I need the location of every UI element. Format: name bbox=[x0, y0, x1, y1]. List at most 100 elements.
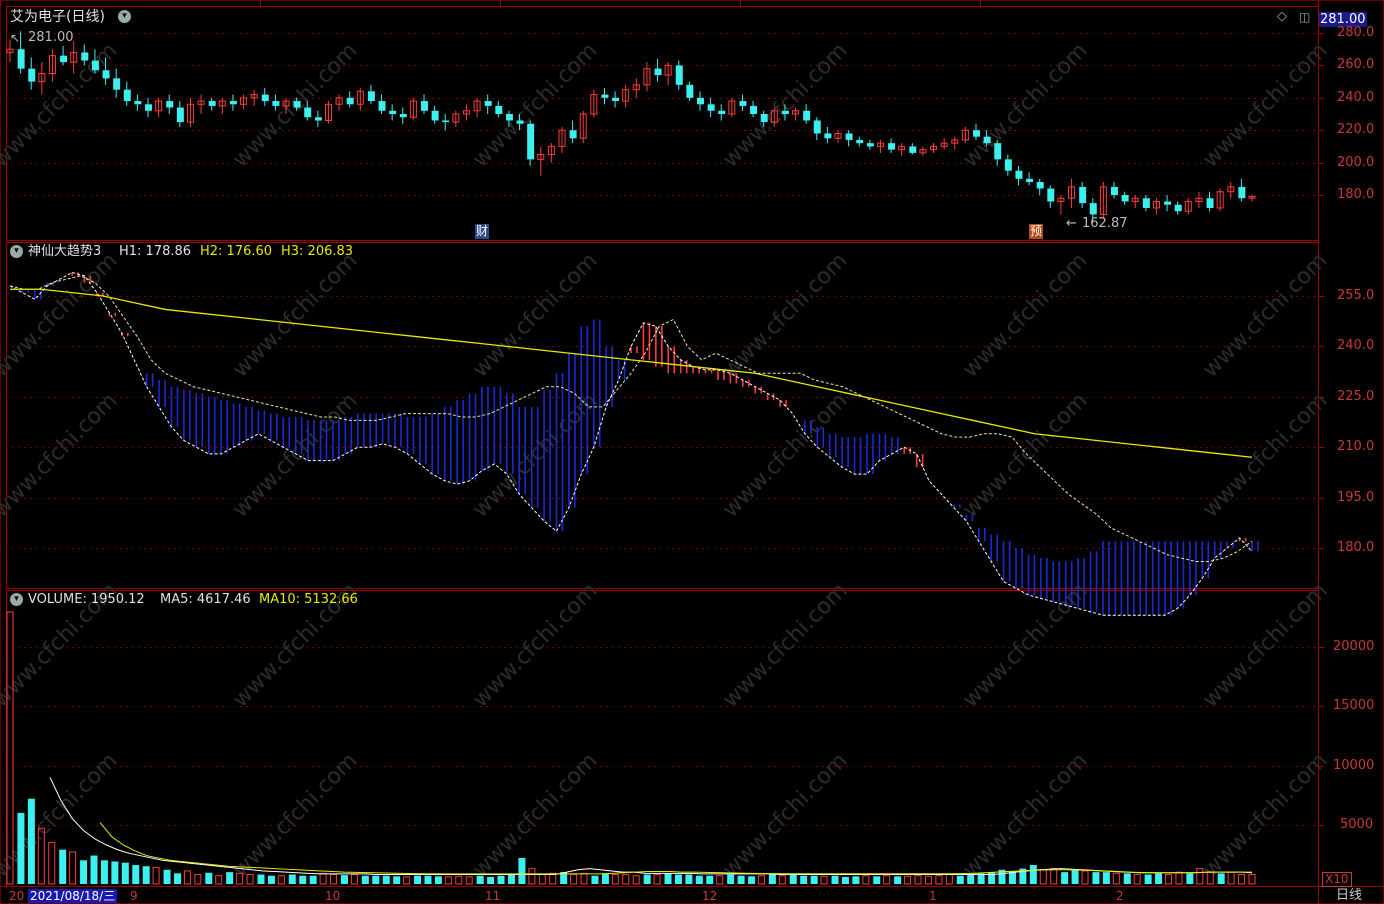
volume-bar bbox=[778, 875, 786, 885]
candle-body bbox=[113, 78, 121, 90]
candle-body bbox=[1121, 195, 1129, 202]
volume-bar bbox=[894, 876, 902, 884]
volume-bar bbox=[142, 866, 150, 884]
volume-bar bbox=[1155, 873, 1163, 884]
volume-bar bbox=[69, 851, 77, 885]
candle-body bbox=[1111, 186, 1118, 195]
volume-bar bbox=[215, 875, 223, 885]
volume-bar bbox=[414, 875, 422, 884]
volume-bar bbox=[706, 875, 714, 884]
watermark-text: www.cfchi.com bbox=[1198, 248, 1332, 382]
indicator-tick: 225.0 bbox=[1337, 389, 1375, 404]
volume-bar bbox=[194, 874, 202, 885]
candle-body bbox=[612, 97, 620, 102]
volume-bar bbox=[935, 875, 943, 885]
watermark-text: www.cfchi.com bbox=[1198, 388, 1332, 522]
volume-bar bbox=[424, 875, 432, 884]
volume-bar bbox=[132, 865, 140, 884]
candle-body bbox=[272, 101, 280, 106]
candle-body bbox=[229, 101, 237, 105]
low-arrow-icon: ← bbox=[1066, 216, 1077, 231]
volume-bar bbox=[1144, 874, 1152, 884]
candle-body bbox=[28, 68, 36, 82]
candle-body bbox=[293, 101, 301, 108]
volume-bar bbox=[820, 875, 828, 885]
candle-body bbox=[569, 130, 577, 139]
volume-bar bbox=[831, 875, 839, 884]
candle-body bbox=[304, 107, 312, 118]
volume-bar bbox=[632, 875, 640, 885]
indicator-tick: 180.0 bbox=[1337, 540, 1375, 555]
month-label: 2 bbox=[1116, 889, 1124, 903]
price-tick: 240.0 bbox=[1337, 90, 1375, 105]
badge-cai[interactable]: 财 bbox=[475, 224, 490, 239]
volume-bar bbox=[226, 872, 234, 884]
candle-body bbox=[866, 143, 874, 147]
candle-body bbox=[431, 110, 439, 121]
candle-body bbox=[1164, 201, 1172, 205]
volume-bar bbox=[121, 862, 129, 884]
candle-body bbox=[208, 101, 216, 106]
volume-bar bbox=[757, 875, 765, 885]
watermark-text: www.cfchi.com bbox=[958, 38, 1092, 172]
candle-body bbox=[378, 101, 386, 111]
candle-body bbox=[505, 114, 513, 121]
indicator-name[interactable]: 神仙大趋势3 bbox=[28, 244, 101, 260]
candle-body bbox=[697, 97, 704, 105]
candle-body bbox=[102, 70, 110, 79]
candle-body bbox=[750, 105, 758, 114]
watermark-text: www.cfchi.com bbox=[1198, 748, 1332, 882]
watermark-text: www.cfchi.com bbox=[718, 388, 852, 522]
volume-bar bbox=[622, 874, 630, 885]
volume-menu-icon[interactable]: ▾ bbox=[10, 593, 23, 606]
indicator-menu-icon[interactable]: ▾ bbox=[10, 245, 23, 258]
candle-body bbox=[781, 110, 789, 114]
grid-layer bbox=[0, 0, 1384, 904]
candle-body bbox=[442, 120, 450, 123]
volume-label[interactable]: VOLUME: 1950.12 bbox=[28, 592, 145, 608]
period-label[interactable]: 日线 bbox=[1336, 889, 1362, 903]
volume-bar bbox=[924, 875, 932, 885]
candle-body bbox=[1174, 204, 1182, 212]
volume-bar bbox=[100, 860, 108, 884]
watermark-text: www.cfchi.com bbox=[228, 248, 362, 382]
price-tick: 280.0 bbox=[1337, 25, 1375, 40]
volume-bar bbox=[507, 874, 515, 884]
watermark-text: www.cfchi.com bbox=[718, 248, 852, 382]
candle-body bbox=[601, 94, 609, 98]
candle-body bbox=[17, 49, 25, 69]
candle-body bbox=[856, 139, 864, 144]
volume-bar bbox=[111, 861, 119, 884]
volume-bar bbox=[643, 874, 651, 884]
watermark-text: www.cfchi.com bbox=[958, 248, 1092, 382]
candle-body bbox=[994, 143, 1002, 160]
volume-bar bbox=[1238, 874, 1246, 885]
candle-body bbox=[261, 94, 269, 102]
volume-bar bbox=[1102, 872, 1110, 884]
candle-body bbox=[421, 101, 428, 111]
month-label: 1 bbox=[929, 889, 937, 903]
watermark-text: www.cfchi.com bbox=[0, 248, 123, 382]
volume-bar bbox=[59, 849, 67, 884]
volume-tick: 5000 bbox=[1340, 817, 1374, 832]
indicator-tick: 210.0 bbox=[1337, 439, 1375, 454]
volume-bar bbox=[1175, 871, 1183, 885]
volume-bar bbox=[789, 874, 797, 884]
candle-body bbox=[686, 84, 694, 98]
volume-bar bbox=[664, 873, 672, 884]
chart-canvas[interactable]: www.cfchi.com www.cfchi.com www.cfchi.com w… bbox=[0, 0, 1384, 904]
candle-body bbox=[909, 146, 917, 153]
price-tick: 260.0 bbox=[1337, 57, 1375, 72]
indicator-h1: H1: 178.86 bbox=[119, 244, 192, 259]
candle-body bbox=[983, 136, 991, 144]
volume-bar bbox=[163, 869, 171, 884]
candle-body bbox=[60, 55, 68, 63]
chevron-down-icon[interactable]: ▾ bbox=[118, 10, 131, 23]
window-toggle-icon[interactable]: ◫ bbox=[1299, 9, 1310, 25]
volume-bar bbox=[1186, 873, 1194, 884]
badge-yu[interactable]: 预 bbox=[1029, 224, 1044, 239]
candle-body bbox=[1079, 186, 1087, 204]
volume-bar bbox=[382, 875, 390, 884]
diamond-icon[interactable]: ◇ bbox=[1277, 9, 1287, 25]
volume-bar bbox=[288, 874, 296, 884]
